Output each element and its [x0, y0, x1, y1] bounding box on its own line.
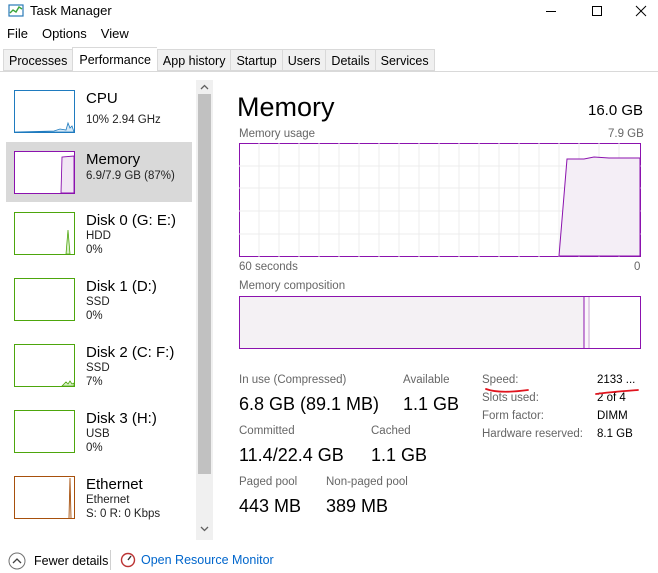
- non-paged-pool-value: 389 MB: [326, 496, 389, 516]
- disk-1-thumbnail-graph: [14, 278, 75, 321]
- hardware-reserved-label: Hardware reserved:: [482, 428, 583, 440]
- memory-thumbnail-graph: [14, 151, 75, 194]
- memory-total: 16.0 GB: [588, 102, 644, 119]
- memory-usage-label: Memory usage: [239, 128, 316, 140]
- scroll-up-icon[interactable]: [200, 84, 209, 90]
- maximize-button[interactable]: [574, 0, 620, 22]
- close-button[interactable]: [618, 0, 658, 22]
- scrollbar-thumb[interactable]: [198, 94, 211, 474]
- memory-composition-label: Memory composition: [239, 280, 346, 292]
- memory-composition-bar: [239, 296, 641, 349]
- resource-monitor-icon: [120, 552, 136, 568]
- resource-list: CPU 10% 2.94 GHz Memory 6.9/7.9 GB (87%)…: [0, 78, 196, 541]
- sidebar-item-disk-0[interactable]: Disk 0 (G: E:) HDD 0%: [6, 206, 192, 266]
- menu-bar: File Options View: [0, 24, 136, 46]
- paged-pool-value: 443 MB: [239, 496, 302, 516]
- memory-usage-max: 7.9 GB: [608, 128, 644, 140]
- sidebar-item-ethernet[interactable]: Ethernet Ethernet S: 0 R: 0 Kbps: [6, 470, 192, 530]
- sidebar-item-disk-1[interactable]: Disk 1 (D:) SSD 0%: [6, 272, 192, 332]
- chevron-up-circle-icon: [8, 552, 26, 570]
- minimize-icon: [546, 11, 556, 12]
- sidebar-item-label: Ethernet: [86, 476, 143, 493]
- tab-details[interactable]: Details: [325, 49, 375, 71]
- form-factor-label: Form factor:: [482, 410, 544, 422]
- title-bar: Task Manager: [0, 0, 658, 22]
- sidebar-item-label: Disk 0 (G: E:): [86, 212, 177, 229]
- minimize-button[interactable]: [528, 0, 574, 22]
- sidebar-item-disk-2[interactable]: Disk 2 (C: F:) SSD 7%: [6, 338, 192, 398]
- window-title: Task Manager: [30, 3, 112, 18]
- sidebar-item-type: Ethernet: [86, 494, 130, 506]
- available-value: 1.1 GB: [403, 394, 460, 414]
- sidebar-item-type: SSD: [86, 296, 110, 308]
- non-paged-pool-label: Non-paged pool: [326, 476, 408, 488]
- sidebar-item-detail: 0%: [86, 442, 103, 454]
- sidebar-item-detail: 0%: [86, 244, 103, 256]
- graph-time-span: 60 seconds: [239, 261, 298, 273]
- fewer-details-label: Fewer details: [34, 554, 109, 568]
- sidebar-item-type: HDD: [86, 230, 111, 242]
- tab-startup[interactable]: Startup: [230, 49, 282, 71]
- annotation-underline: [485, 388, 639, 395]
- tab-strip: Processes Performance App history Startu…: [3, 47, 435, 72]
- menu-view[interactable]: View: [94, 24, 136, 46]
- hardware-reserved-value: 8.1 GB: [597, 428, 633, 440]
- sidebar-item-detail: 10% 2.94 GHz: [86, 114, 161, 126]
- open-resource-monitor-label: Open Resource Monitor: [141, 553, 274, 567]
- tab-users[interactable]: Users: [281, 49, 326, 71]
- disk-2-thumbnail-graph: [14, 344, 75, 387]
- disk-3-thumbnail-graph: [14, 410, 75, 453]
- available-label: Available: [403, 374, 450, 386]
- sidebar-item-label: Disk 1 (D:): [86, 278, 157, 295]
- fewer-details-button[interactable]: Fewer details: [8, 552, 108, 570]
- cpu-thumbnail-graph: [14, 90, 75, 133]
- tab-divider: [0, 71, 658, 72]
- committed-label: Committed: [239, 425, 295, 437]
- task-manager-icon: [8, 4, 24, 17]
- sidebar-item-type: USB: [86, 428, 110, 440]
- sidebar-item-detail: S: 0 R: 0 Kbps: [86, 508, 161, 520]
- sidebar-item-label: Memory: [86, 151, 141, 168]
- sidebar-item-disk-3[interactable]: Disk 3 (H:) USB 0%: [6, 404, 192, 464]
- menu-file[interactable]: File: [0, 24, 35, 46]
- memory-usage-graph: [239, 143, 641, 257]
- in-use-value: 6.8 GB (89.1 MB): [239, 394, 380, 414]
- in-use-label: In use (Compressed): [239, 374, 347, 386]
- sidebar-item-label: Disk 3 (H:): [86, 410, 157, 427]
- form-factor-value: DIMM: [597, 410, 628, 422]
- disk-0-thumbnail-graph: [14, 212, 75, 255]
- cached-label: Cached: [371, 425, 411, 437]
- open-resource-monitor-link[interactable]: Open Resource Monitor: [120, 552, 274, 568]
- sidebar-item-label: Disk 2 (C: F:): [86, 344, 175, 361]
- sidebar-item-memory[interactable]: Memory 6.9/7.9 GB (87%): [6, 142, 192, 202]
- sidebar-scrollbar[interactable]: [196, 80, 213, 540]
- graph-time-end: 0: [634, 261, 641, 273]
- tab-performance[interactable]: Performance: [72, 47, 157, 72]
- sidebar-item-detail: 7%: [86, 376, 103, 388]
- maximize-icon: [592, 6, 602, 16]
- footer-divider: [110, 550, 111, 570]
- sidebar-item-detail: 6.9/7.9 GB (87%): [86, 170, 175, 182]
- menu-options[interactable]: Options: [35, 24, 94, 46]
- sidebar-item-detail: 0%: [86, 310, 103, 322]
- sidebar-item-type: SSD: [86, 362, 110, 374]
- page-title: Memory: [237, 92, 335, 122]
- tab-services[interactable]: Services: [374, 49, 435, 71]
- paged-pool-label: Paged pool: [239, 476, 298, 488]
- close-icon: [635, 5, 647, 17]
- tab-processes[interactable]: Processes: [3, 49, 73, 71]
- cached-value: 1.1 GB: [371, 445, 428, 465]
- scroll-down-icon[interactable]: [200, 526, 209, 532]
- tab-app-history[interactable]: App history: [156, 49, 231, 71]
- footer-bar: Fewer details Open Resource Monitor: [0, 545, 658, 573]
- sidebar-item-label: CPU: [86, 90, 118, 107]
- committed-value: 11.4/22.4 GB: [239, 445, 344, 465]
- ethernet-thumbnail-graph: [14, 476, 75, 519]
- sidebar-item-cpu[interactable]: CPU 10% 2.94 GHz: [6, 84, 192, 144]
